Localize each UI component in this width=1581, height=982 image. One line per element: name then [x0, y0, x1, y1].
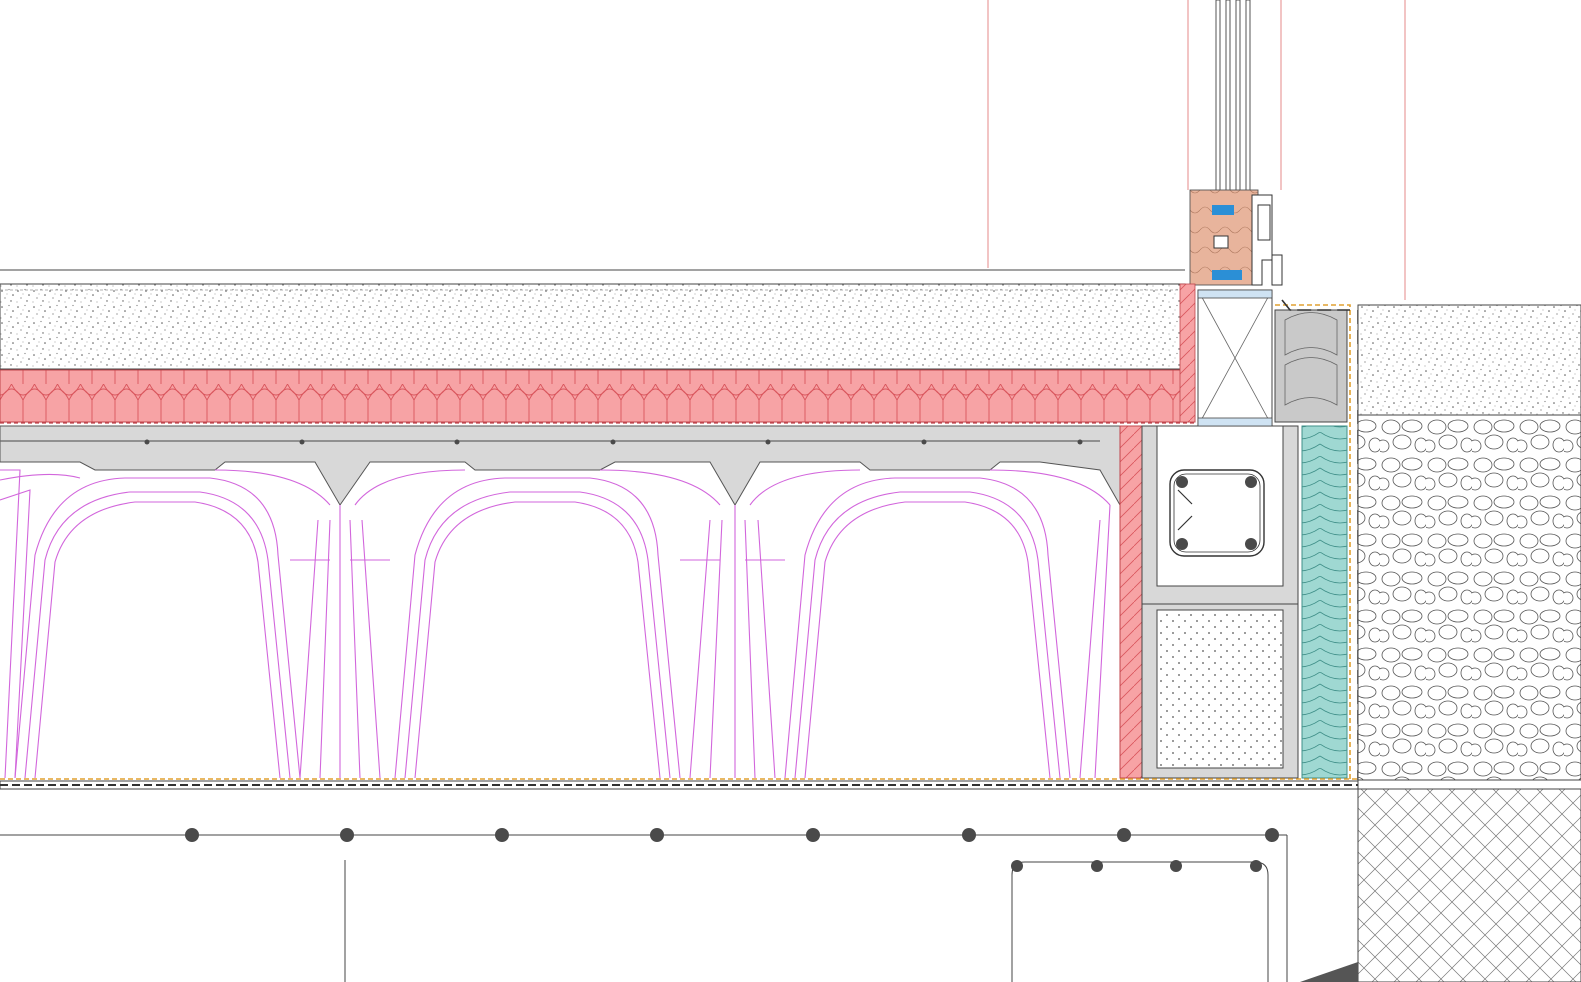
window-frame-sill [1189, 0, 1283, 286]
screed-layer [0, 269, 1186, 370]
upstand-insulation [1179, 283, 1196, 423]
lean-concrete-base [0, 780, 1359, 982]
section-marker [1300, 962, 1358, 982]
gravel-fill [1357, 414, 1581, 781]
construction-section-drawing [0, 0, 1581, 982]
ground-soil [1357, 788, 1581, 982]
external-screed [1357, 304, 1581, 416]
concrete-slab-topping [0, 425, 1121, 507]
foundation-block [1141, 603, 1299, 779]
perimeter-insulation-strip [1119, 425, 1143, 779]
ventilated-crawl-space-formwork [0, 469, 1111, 779]
thermal-insulation-layer [0, 369, 1196, 423]
